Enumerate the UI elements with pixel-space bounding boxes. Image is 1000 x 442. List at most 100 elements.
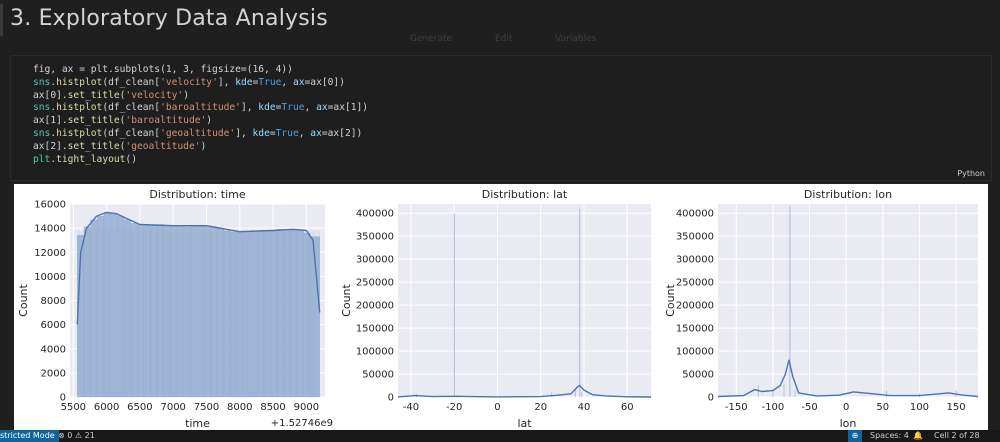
y-tick-label: 0: [388, 393, 394, 404]
code-line: fig, ax = plt.subplots(1, 3, figsize=(16…: [33, 64, 368, 77]
code-token: ,: [298, 127, 311, 139]
histogram-bar: [230, 231, 238, 398]
code-token: tight_layout: [56, 153, 126, 165]
y-tick-label: 8000: [41, 296, 66, 307]
x-tick-label: 8500: [260, 402, 285, 413]
histogram-bar: [197, 225, 204, 398]
code-line: sns.histplot(df_clean['velocity'], kde=T…: [33, 77, 368, 90]
cell-position[interactable]: Cell 2 of 28: [934, 430, 980, 442]
code-editor[interactable]: fig, ax = plt.subplots(1, 3, figsize=(16…: [33, 64, 368, 166]
code-line: ax[1].set_title('baroaltitude'): [33, 115, 368, 128]
x-axis-label: time: [185, 417, 210, 430]
code-token: ],: [217, 76, 236, 88]
y-tick-label: 150000: [676, 324, 714, 335]
problems-indicator[interactable]: ⊗ 0 ⚠ 21: [58, 430, 95, 442]
warning-count: 21: [84, 431, 95, 440]
histogram-bar: [83, 226, 91, 398]
code-token: 'velocity': [160, 76, 218, 88]
code-line: sns.histplot(df_clean['baroaltitude'], k…: [33, 102, 368, 115]
code-token: (): [125, 153, 137, 165]
histogram-spike: [579, 208, 581, 397]
x-tick-label: -150: [725, 402, 748, 413]
code-token: kde: [235, 76, 253, 88]
x-tick-label: -100: [762, 402, 785, 413]
y-tick-label: 100000: [676, 347, 714, 358]
histogram-bar: [190, 225, 198, 398]
histogram-bar: [250, 230, 258, 398]
y-tick-label: 350000: [676, 232, 714, 243]
y-tick-label: 300000: [676, 255, 714, 266]
y-tick-label: 50000: [362, 370, 394, 381]
error-icon: ⊗: [58, 431, 65, 440]
histogram-bar: [143, 224, 151, 398]
code-token: 'geoaltitude': [160, 127, 236, 139]
y-tick-label: 300000: [356, 255, 394, 266]
zoom-icon[interactable]: ⊕: [848, 430, 862, 442]
y-tick-label: 400000: [676, 209, 714, 220]
y-tick-label: 0: [60, 393, 66, 404]
code-token: ax: [316, 102, 328, 114]
histogram-bar: [216, 227, 224, 398]
plot-area: [398, 204, 651, 397]
histogram-bar: [170, 225, 178, 398]
code-line: plt.tight_layout(): [33, 154, 368, 167]
x-tick-label: 5500: [61, 402, 86, 413]
code-token: (df_clean[: [102, 102, 161, 114]
histogram-spike: [574, 389, 576, 397]
x-tick-label: -50: [801, 402, 817, 413]
code-token: histplot: [56, 127, 103, 139]
toolbar-variables[interactable]: Variables: [555, 34, 596, 44]
code-token: set_title: [67, 89, 120, 101]
code-line: ax[0].set_title('velocity'): [33, 90, 368, 103]
y-axis-label: Count: [340, 283, 353, 316]
code-token: histplot: [56, 102, 103, 114]
histogram-bar: [137, 224, 145, 398]
code-token: set_title: [67, 115, 120, 127]
x-axis-label: lat: [517, 417, 532, 430]
histogram-spike: [783, 384, 785, 397]
cell-output: 5500 6000 6500 7000 7500 8000 8500 9000 0 2000 400…: [14, 184, 988, 430]
code-line: sns.histplot(df_clean['geoaltitude'], kd…: [33, 128, 368, 141]
histogram-bar: [290, 229, 298, 398]
y-tick-label: 10000: [34, 272, 66, 283]
code-cell[interactable]: fig, ax = plt.subplots(1, 3, figsize=(16…: [10, 55, 992, 181]
code-token: 'baroaltitude': [125, 115, 207, 127]
histogram-bar: [276, 229, 284, 398]
chart-time: 5500 6000 6500 7000 7500 8000 8500 9000 0 2000 400…: [17, 188, 333, 430]
x-tick-label: 7000: [160, 402, 185, 413]
toolbar-edit[interactable]: Edit: [495, 34, 512, 44]
cell-language[interactable]: Python: [957, 169, 985, 178]
code-token: 'baroaltitude': [160, 102, 241, 114]
y-tick-label: 250000: [676, 278, 714, 289]
x-axis-label: lon: [840, 417, 857, 430]
chart-title: Distribution: time: [149, 188, 245, 201]
x-tick-label: 50: [876, 402, 889, 413]
section-title: 3. Exploratory Data Analysis: [10, 6, 328, 31]
cell-focus-bar: [0, 4, 3, 36]
y-tick-label: 2000: [41, 368, 66, 379]
x-tick-label: 40: [578, 402, 591, 413]
y-tick-label: 50000: [682, 370, 714, 381]
notification-bell-icon[interactable]: 🔔: [913, 430, 923, 442]
code-token: plt: [33, 153, 51, 165]
code-token: ax[0].: [33, 89, 68, 101]
code-token: sns: [33, 127, 51, 139]
x-tick-label: 0: [843, 402, 849, 413]
y-tick-label: 16000: [34, 200, 66, 211]
y-tick-label: 4000: [41, 344, 66, 355]
toolbar-generate[interactable]: Generate: [410, 34, 452, 44]
indentation-setting[interactable]: Spaces: 4: [870, 430, 909, 442]
code-token: True: [275, 127, 299, 139]
cell-toolbar: Generate Edit Variables: [410, 34, 636, 44]
y-tick-label: 250000: [356, 278, 394, 289]
histogram-bar: [130, 223, 138, 398]
code-token: ax[1].: [33, 115, 68, 127]
code-line: ax[2].set_title('geoaltitude'): [33, 141, 368, 154]
y-axis-label: Count: [664, 283, 677, 316]
y-tick-label: 0: [708, 393, 714, 404]
y-tick-label: 350000: [356, 232, 394, 243]
histogram-spike: [581, 391, 583, 397]
restricted-mode-badge[interactable]: stricted Mode: [0, 430, 59, 442]
histogram-spike: [886, 391, 888, 397]
code-token: 'geoaltitude': [125, 140, 201, 152]
